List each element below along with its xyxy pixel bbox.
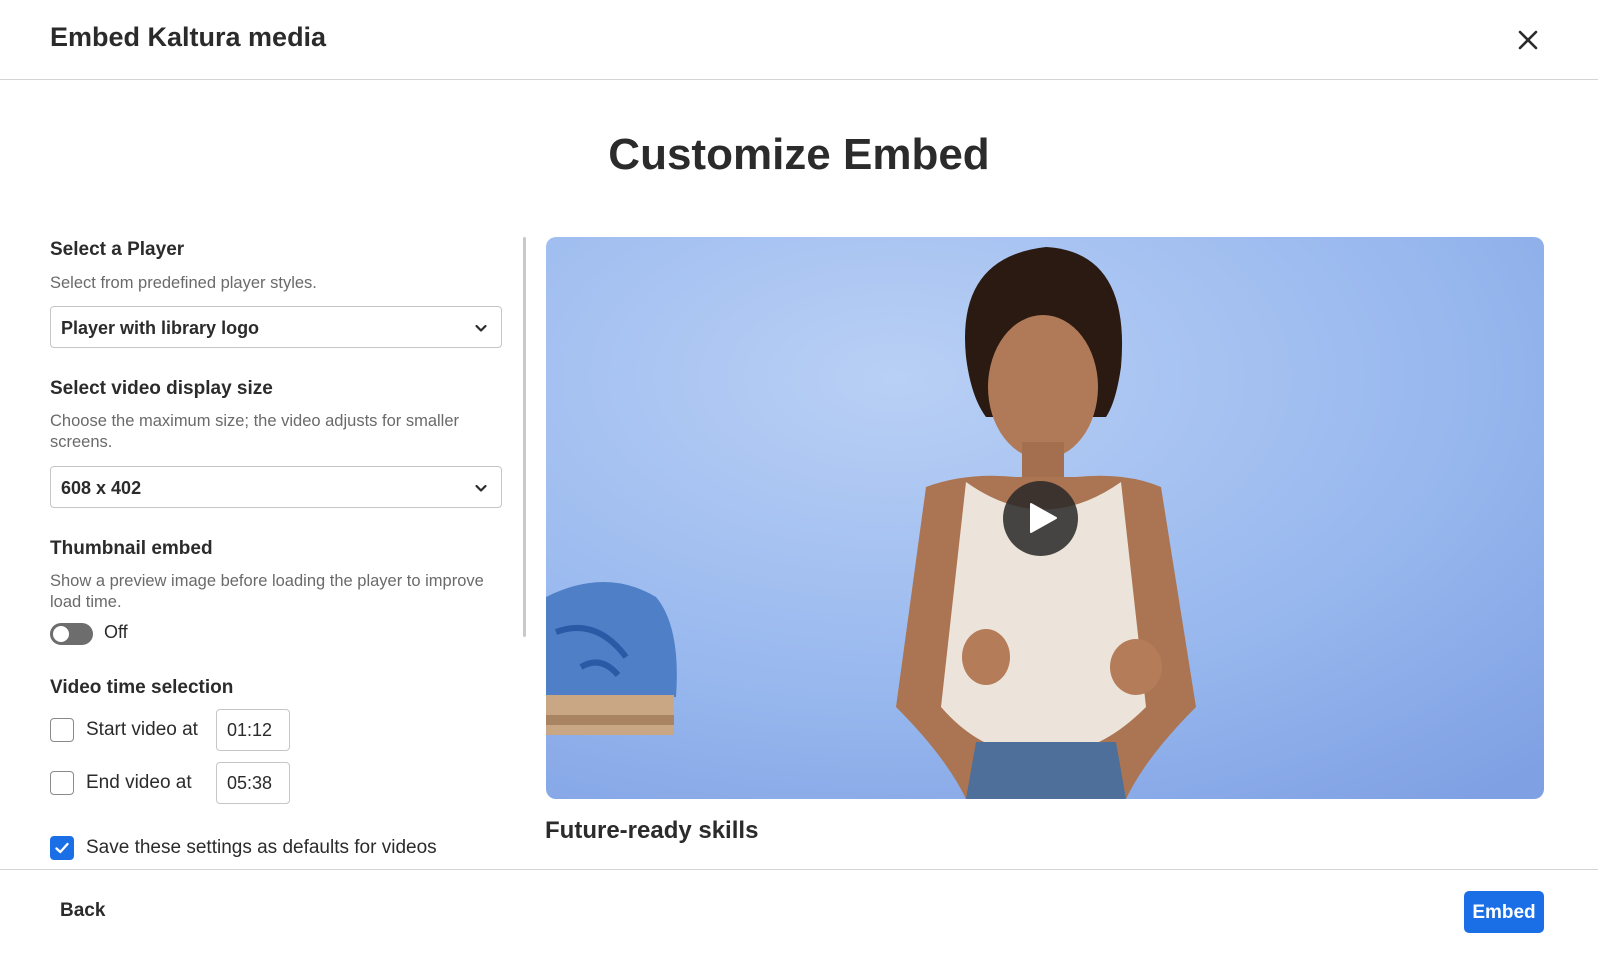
- size-section-description: Choose the maximum size; the video adjus…: [50, 412, 460, 451]
- close-icon: [1518, 30, 1538, 50]
- modal-footer: Back Embed: [0, 869, 1598, 953]
- end-video-label: End video at: [86, 772, 192, 793]
- thumbnail-toggle-label: Off: [104, 622, 128, 642]
- start-time-input[interactable]: [216, 709, 290, 751]
- modal-header: Embed Kaltura media: [0, 0, 1598, 80]
- play-icon: [1030, 503, 1057, 533]
- start-video-label: Start video at: [86, 719, 198, 740]
- back-button[interactable]: Back: [60, 900, 105, 922]
- save-defaults-label: Save these settings as defaults for vide…: [86, 837, 437, 858]
- page-title: Customize Embed: [608, 130, 990, 179]
- video-preview[interactable]: [546, 237, 1544, 799]
- embed-button[interactable]: Embed: [1464, 891, 1544, 933]
- close-button[interactable]: [1510, 22, 1546, 58]
- thumbnail-section-description: Show a preview image before loading the …: [50, 572, 484, 611]
- settings-scrollbar[interactable]: [523, 237, 526, 637]
- toggle-knob: [53, 626, 69, 642]
- chevron-down-icon: [475, 324, 487, 332]
- player-select-value: Player with library logo: [61, 318, 260, 338]
- video-title: Future-ready skills: [545, 817, 759, 844]
- size-select-value: 608 x 402: [61, 478, 142, 498]
- checkmark-icon: [55, 842, 69, 854]
- play-button[interactable]: [1003, 481, 1078, 556]
- player-section-label: Select a Player: [50, 239, 185, 260]
- end-video-checkbox[interactable]: [50, 771, 74, 795]
- player-section-description: Select from predefined player styles.: [50, 274, 317, 292]
- thumbnail-toggle[interactable]: [50, 623, 93, 645]
- thumbnail-section-label: Thumbnail embed: [50, 538, 213, 559]
- size-section-label: Select video display size: [50, 378, 273, 399]
- size-select[interactable]: 608 x 402: [50, 466, 502, 508]
- chevron-down-icon: [475, 484, 487, 492]
- modal-title: Embed Kaltura media: [50, 22, 327, 52]
- end-time-input[interactable]: [216, 762, 290, 804]
- time-section-label: Video time selection: [50, 677, 234, 698]
- save-defaults-checkbox[interactable]: [50, 836, 74, 860]
- player-select[interactable]: Player with library logo: [50, 306, 502, 348]
- start-video-checkbox[interactable]: [50, 718, 74, 742]
